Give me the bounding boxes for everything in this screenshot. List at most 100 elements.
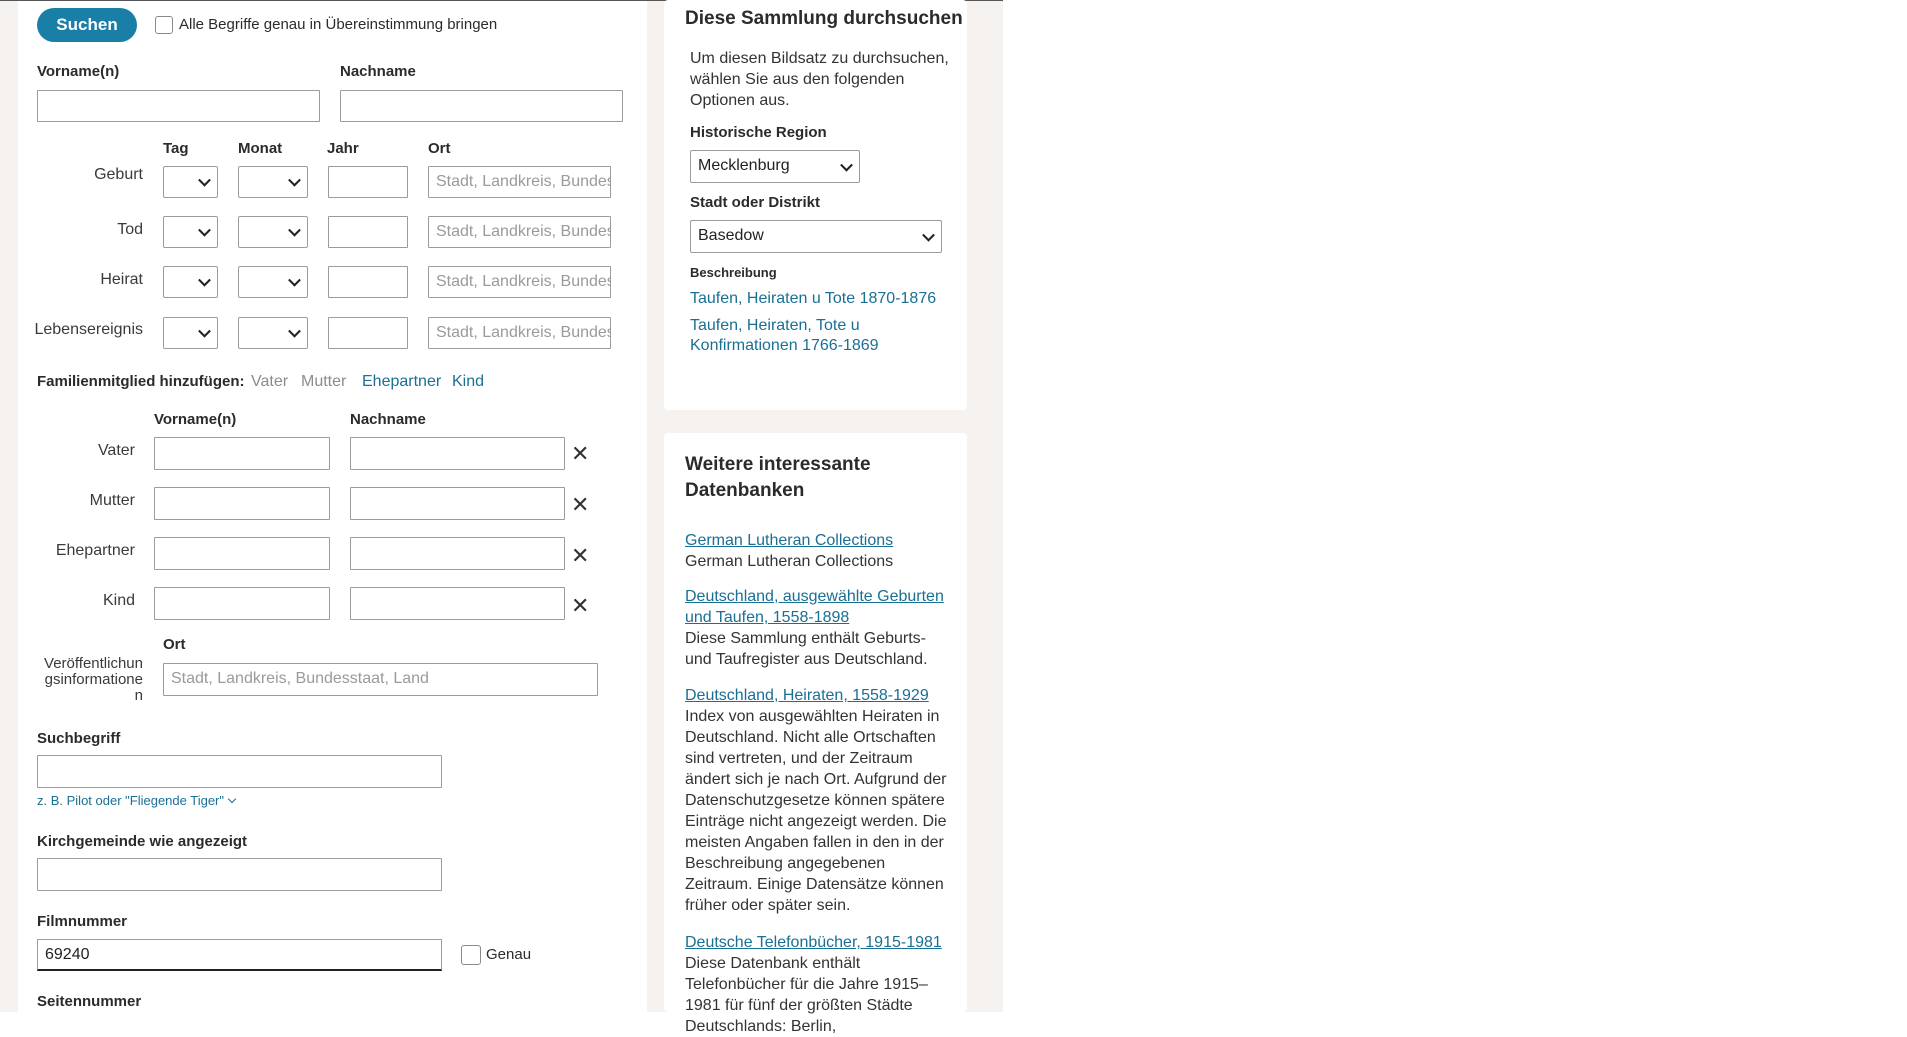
family-label-spouse: Ehepartner	[55, 542, 135, 559]
browse-title: Diese Sammlung durchsuchen	[685, 8, 963, 29]
publication-place-label: Ort	[163, 636, 186, 653]
col-place-header: Ort	[428, 140, 451, 157]
related-item-link[interactable]: German Lutheran Collections	[685, 530, 955, 551]
birth-place-input[interactable]: Stadt, Landkreis, Bundesstaat, Land	[428, 166, 611, 198]
chevron-down-icon	[288, 273, 301, 287]
event-label-marriage: Heirat	[100, 271, 143, 288]
family-label-child: Kind	[102, 592, 135, 609]
given-names-label: Vorname(n)	[37, 63, 120, 80]
chevron-down-icon	[198, 273, 211, 287]
death-place-input[interactable]: Stadt, Landkreis, Bundesstaat, Land	[428, 216, 611, 248]
chevron-down-icon	[288, 173, 301, 187]
related-item-text: Index von ausgewählten Heiraten in Deuts…	[685, 708, 947, 914]
publication-label-line: gsinformatione	[44, 671, 143, 688]
remove-spouse-icon[interactable]: ✕	[571, 545, 589, 567]
marriage-month-select[interactable]	[238, 266, 308, 298]
parish-input[interactable]	[37, 858, 442, 891]
child-given-input[interactable]	[154, 587, 330, 620]
spouse-surname-input[interactable]	[350, 537, 565, 570]
region-label: Historische Region	[690, 124, 827, 141]
film-number-label: Filmnummer	[37, 913, 128, 930]
spouse-given-input[interactable]	[154, 537, 330, 570]
chevron-down-icon	[840, 158, 853, 172]
page-number-label: Seitennummer	[37, 993, 142, 1010]
region-select[interactable]: Mecklenburg	[690, 150, 860, 183]
add-spouse-link[interactable]: Ehepartner	[362, 373, 441, 391]
related-item-text: Diese Datenbank enthält Telefonbücher fü…	[685, 955, 928, 1035]
life-event-day-select[interactable]	[163, 317, 218, 349]
description-link-2[interactable]: Taufen, Heiraten, Tote u Konfirmationen …	[690, 316, 920, 356]
keyword-hint: z. B. Pilot oder "Fliegende Tiger"	[37, 793, 224, 808]
father-given-input[interactable]	[154, 437, 330, 470]
related-item: German Lutheran Collections German Luthe…	[685, 530, 955, 572]
region-select-value: Mecklenburg	[698, 157, 790, 174]
add-father-link[interactable]: Vater	[251, 373, 288, 391]
remove-mother-icon[interactable]: ✕	[571, 494, 589, 516]
death-month-select[interactable]	[238, 216, 308, 248]
chevron-down-icon	[288, 223, 301, 237]
death-day-select[interactable]	[163, 216, 218, 248]
remove-child-icon[interactable]: ✕	[571, 595, 589, 617]
film-number-input[interactable]: 69240	[37, 939, 442, 971]
parish-label: Kirchgemeinde wie angezeigt	[37, 833, 248, 850]
description-link-1[interactable]: Taufen, Heiraten u Tote 1870-1876	[690, 290, 936, 308]
col-day-header: Tag	[163, 140, 189, 157]
father-surname-input[interactable]	[350, 437, 565, 470]
keyword-input[interactable]	[37, 755, 442, 788]
browse-intro: Um diesen Bildsatz zu durchsuchen, wähle…	[690, 50, 949, 109]
death-year-input[interactable]	[328, 216, 408, 248]
marriage-place-input[interactable]: Stadt, Landkreis, Bundesstaat, Land	[428, 266, 611, 298]
marriage-year-input[interactable]	[328, 266, 408, 298]
district-label: Stadt oder Distrikt	[690, 194, 821, 211]
related-item-link[interactable]: Deutschland, Heiraten, 1558-1929	[685, 685, 955, 706]
publication-label-line: Veröffentlichun	[44, 655, 143, 672]
related-item-link[interactable]: Deutschland, ausgewählte Geburten und Ta…	[685, 586, 955, 628]
add-mother-link[interactable]: Mutter	[301, 373, 346, 391]
life-event-place-input[interactable]: Stadt, Landkreis, Bundesstaat, Land	[428, 317, 611, 349]
district-select-value: Basedow	[698, 227, 764, 244]
event-label-death: Tod	[117, 221, 143, 238]
family-given-header: Vorname(n)	[154, 411, 237, 428]
family-label-mother: Mutter	[89, 492, 135, 509]
col-month-header: Monat	[238, 140, 283, 157]
related-item-link[interactable]: Deutsche Telefonbücher, 1915-1981	[685, 932, 955, 953]
publication-info-label: Veröffentlichun gsinformatione n	[37, 656, 143, 704]
add-family-label: Familienmitglied hinzufügen:	[37, 373, 245, 390]
birth-day-select[interactable]	[163, 166, 218, 198]
keyword-hint-toggle[interactable]: z. B. Pilot oder "Fliegende Tiger"	[37, 793, 237, 808]
description-label: Beschreibung	[690, 265, 777, 280]
family-label-father: Vater	[97, 442, 135, 459]
life-event-year-input[interactable]	[328, 317, 408, 349]
film-exact-label: Genau	[486, 946, 532, 963]
life-event-month-select[interactable]	[238, 317, 308, 349]
chevron-down-icon	[227, 794, 237, 803]
add-child-link[interactable]: Kind	[452, 373, 484, 391]
film-exact-checkbox[interactable]	[461, 945, 481, 965]
related-item-text: German Lutheran Collections	[685, 553, 894, 570]
related-item: Deutsche Telefonbücher, 1915-1981 Diese …	[685, 932, 955, 1037]
remove-father-icon[interactable]: ✕	[571, 443, 589, 465]
chevron-down-icon	[288, 324, 301, 338]
surname-label: Nachname	[340, 63, 416, 80]
publication-label-line: n	[134, 687, 143, 704]
child-surname-input[interactable]	[350, 587, 565, 620]
related-item: Deutschland, Heiraten, 1558-1929 Index v…	[685, 685, 955, 916]
family-surname-header: Nachname	[350, 411, 426, 428]
chevron-down-icon	[198, 173, 211, 187]
surname-input[interactable]	[340, 90, 623, 122]
district-select[interactable]: Basedow	[690, 220, 942, 253]
mother-given-input[interactable]	[154, 487, 330, 520]
exact-all-checkbox[interactable]	[155, 16, 173, 34]
birth-year-input[interactable]	[328, 166, 408, 198]
search-button[interactable]: Suchen	[37, 8, 137, 42]
mother-surname-input[interactable]	[350, 487, 565, 520]
publication-place-input[interactable]: Stadt, Landkreis, Bundesstaat, Land	[163, 663, 598, 696]
given-names-input[interactable]	[37, 90, 320, 122]
chevron-down-icon	[922, 228, 935, 242]
keyword-label: Suchbegriff	[37, 730, 121, 747]
chevron-down-icon	[198, 324, 211, 338]
related-item: Deutschland, ausgewählte Geburten und Ta…	[685, 586, 955, 670]
exact-all-label: Alle Begriffe genau in Übereinstimmung b…	[179, 16, 498, 33]
marriage-day-select[interactable]	[163, 266, 218, 298]
birth-month-select[interactable]	[238, 166, 308, 198]
